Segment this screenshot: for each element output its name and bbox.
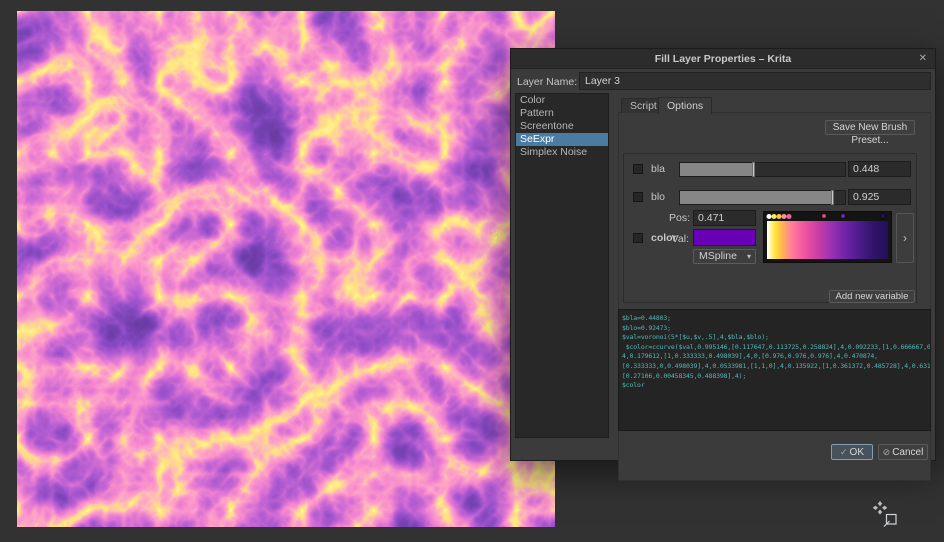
add-new-variable-button[interactable]: Add new variable — [829, 290, 915, 303]
generator-type-list: Color Pattern Screentone SeExpr Simplex … — [515, 93, 609, 438]
layer-name-input[interactable]: Layer 3 — [579, 72, 931, 90]
blo-slider[interactable] — [679, 190, 846, 205]
transform-tool-cursor-icon — [872, 500, 902, 530]
gradient-next-button[interactable]: › — [896, 213, 914, 263]
blo-checkbox[interactable] — [633, 192, 643, 202]
cancel-button-label: Cancel — [892, 447, 923, 458]
krita-app-window: Fill Layer Properties – Krita ✕ Layer Na… — [0, 0, 944, 542]
check-icon: ✓ — [840, 447, 848, 457]
pos-label: Pos: — [669, 212, 689, 224]
dialog-title: Fill Layer Properties – Krita — [511, 53, 935, 65]
val-color-swatch[interactable] — [693, 229, 756, 246]
blo-value-field[interactable]: 0.925 — [848, 189, 911, 205]
gradient-editor[interactable] — [763, 211, 892, 263]
canvas-image[interactable] — [17, 11, 555, 527]
gradient-stop-marker[interactable] — [880, 213, 886, 219]
interpolation-dropdown[interactable]: MSpline ▾ — [693, 249, 756, 264]
fill-layer-properties-dialog: Fill Layer Properties – Krita ✕ Layer Na… — [510, 48, 936, 461]
dialog-titlebar[interactable]: Fill Layer Properties – Krita ✕ — [511, 49, 935, 69]
list-item-pattern[interactable]: Pattern — [516, 107, 608, 120]
bla-checkbox[interactable] — [633, 164, 643, 174]
ok-button[interactable]: ✓OK — [831, 444, 873, 460]
save-new-brush-preset-button[interactable]: Save New Brush Preset... — [825, 120, 915, 135]
script-text: $bla=0.44803; $blo=0.92473; $val=voronoi… — [619, 310, 930, 395]
color-checkbox[interactable] — [633, 233, 643, 243]
gradient-stop-marker[interactable] — [786, 214, 791, 219]
blo-slider-handle[interactable] — [831, 190, 834, 205]
tab-options[interactable]: Options — [658, 97, 712, 114]
bla-slider-handle[interactable] — [752, 162, 755, 177]
cancel-slash-icon: ⊘ — [883, 447, 891, 457]
chevron-down-icon: ▾ — [747, 250, 751, 263]
val-label: Val: — [669, 233, 689, 245]
pos-value-field[interactable]: 0.471 — [693, 210, 756, 226]
list-item-seexpr[interactable]: SeExpr — [516, 133, 608, 146]
gradient-preview — [767, 221, 888, 259]
seexpr-noise-preview — [17, 11, 555, 527]
close-icon[interactable]: ✕ — [919, 53, 927, 64]
gradient-stop-marker[interactable] — [821, 213, 827, 219]
gradient-stop-strip[interactable] — [767, 213, 888, 220]
ok-button-label: OK — [850, 447, 864, 458]
list-item-screentone[interactable]: Screentone — [516, 120, 608, 133]
list-item-color[interactable]: Color — [516, 94, 608, 107]
blo-slider-fill — [680, 191, 833, 204]
blo-label: blo — [651, 191, 665, 203]
cancel-button[interactable]: ⊘Cancel — [878, 444, 928, 460]
layer-name-label: Layer Name: — [517, 76, 577, 88]
bla-slider-fill — [680, 163, 754, 176]
script-preview-box[interactable]: $bla=0.44803; $blo=0.92473; $val=voronoi… — [618, 309, 931, 431]
gradient-stop-marker[interactable] — [840, 213, 846, 219]
list-item-simplex-noise[interactable]: Simplex Noise — [516, 146, 608, 159]
bla-label: bla — [651, 163, 665, 175]
interpolation-value: MSpline — [699, 250, 737, 262]
bla-slider[interactable] — [679, 162, 846, 177]
bla-value-field[interactable]: 0.448 — [848, 161, 911, 177]
